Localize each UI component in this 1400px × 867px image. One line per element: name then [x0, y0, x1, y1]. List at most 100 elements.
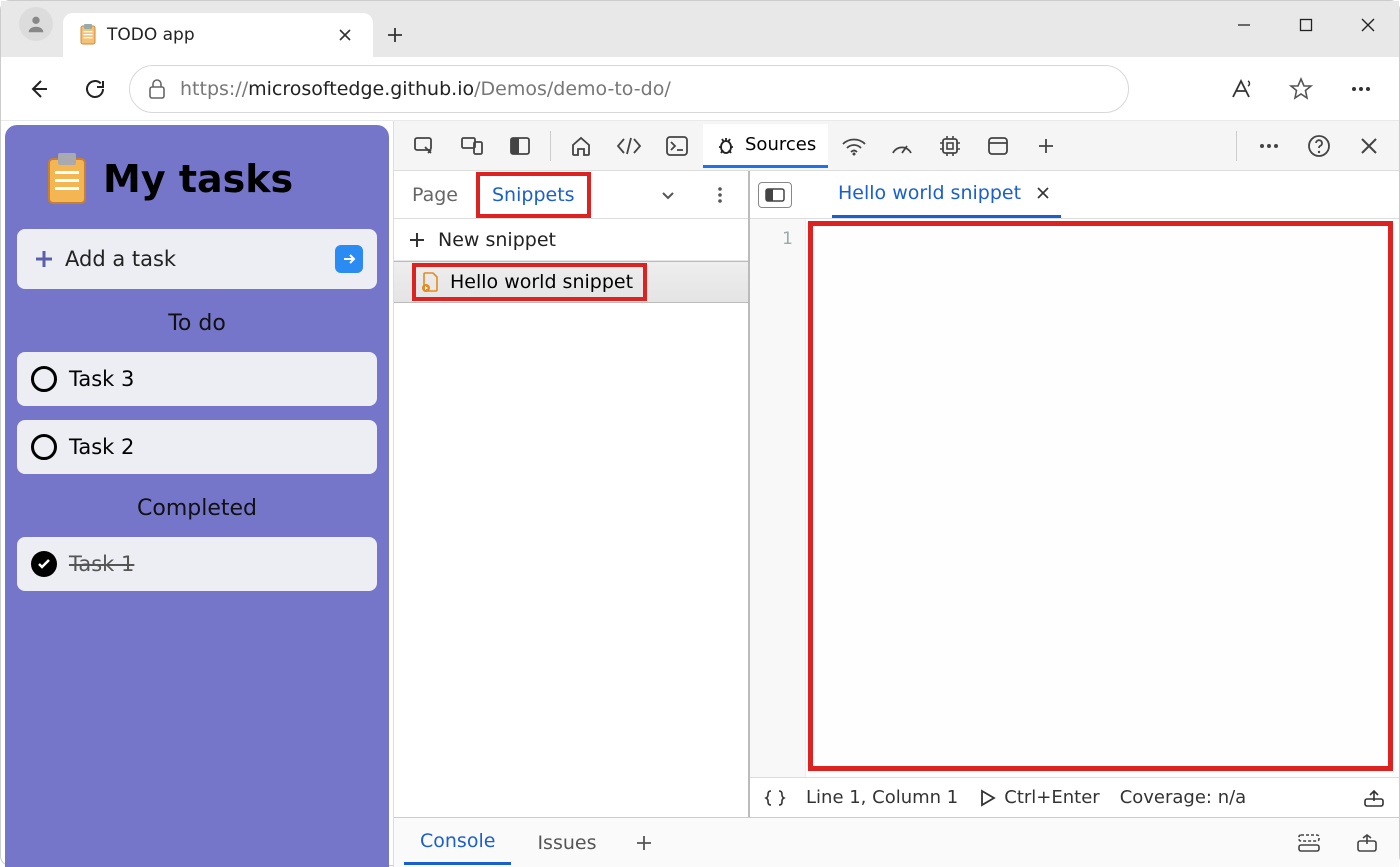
settings-menu-button[interactable] — [1339, 67, 1383, 111]
editor-gutter: 1 — [750, 219, 806, 777]
annotation-highlight — [808, 221, 1393, 771]
drawer-expand-button[interactable] — [1345, 821, 1389, 865]
snippet-item[interactable]: Hello world snippet — [394, 261, 748, 303]
read-aloud-icon — [1229, 77, 1253, 101]
arrow-right-icon — [341, 251, 357, 267]
checked-icon[interactable] — [31, 551, 57, 577]
refresh-icon — [83, 77, 107, 101]
window-close-button[interactable] — [1337, 1, 1399, 49]
more-tabs-button[interactable] — [1024, 124, 1068, 168]
chip-icon — [938, 134, 962, 158]
tab-welcome[interactable] — [559, 124, 603, 168]
browser-tab[interactable]: TODO app — [63, 13, 373, 57]
editor-tab-label: Hello world snippet — [838, 182, 1021, 204]
gauge-icon — [890, 135, 914, 157]
tab-console[interactable] — [655, 124, 699, 168]
task-label: Task 3 — [69, 367, 134, 391]
task-item[interactable]: Task 2 — [17, 420, 377, 474]
task-item[interactable]: Task 1 — [17, 537, 377, 591]
play-icon — [978, 789, 996, 807]
address-bar[interactable]: https://microsoftedge.github.io/Demos/de… — [129, 65, 1129, 113]
navigator-more-tabs[interactable] — [646, 173, 690, 217]
issues-button[interactable] — [1287, 821, 1331, 865]
task-item[interactable]: Task 3 — [17, 352, 377, 406]
todo-section-label: To do — [17, 303, 377, 338]
tab-application[interactable] — [976, 124, 1020, 168]
url-text: https://microsoftedge.github.io/Demos/de… — [180, 78, 671, 100]
inspect-icon — [412, 134, 436, 158]
favorite-button[interactable] — [1279, 67, 1323, 111]
window-controls — [1213, 1, 1399, 49]
close-icon — [1360, 137, 1378, 155]
navigator-menu[interactable] — [698, 173, 742, 217]
minimize-button[interactable] — [1213, 1, 1275, 49]
submit-task-button[interactable] — [335, 245, 363, 273]
navigator-tab-snippets[interactable]: Snippets — [476, 172, 591, 218]
sources-navigator: Page Snippets New snippet Hello world sn… — [394, 171, 750, 817]
tab-sources[interactable]: Sources — [703, 124, 828, 168]
refresh-button[interactable] — [73, 67, 117, 111]
tab-close-button[interactable] — [331, 21, 359, 49]
unchecked-icon[interactable] — [31, 366, 57, 392]
devtools-toolbar: Sources — [394, 121, 1399, 171]
new-snippet-label: New snippet — [438, 229, 556, 251]
navigator-tab-page[interactable]: Page — [400, 176, 470, 214]
run-snippet-button[interactable]: Ctrl+Enter — [978, 787, 1099, 808]
inspect-button[interactable] — [402, 124, 446, 168]
task-label: Task 1 — [69, 552, 134, 576]
devtools-drawer: Console Issues — [394, 817, 1399, 867]
task-label: Task 2 — [69, 435, 134, 459]
tab-performance[interactable] — [880, 124, 924, 168]
clipboard-icon — [79, 24, 97, 46]
maximize-button[interactable] — [1275, 1, 1337, 49]
plus-icon — [635, 834, 653, 852]
tab-network[interactable] — [832, 124, 876, 168]
cursor-position: Line 1, Column 1 — [806, 787, 958, 808]
device-emulation-button[interactable] — [450, 124, 494, 168]
tab-memory[interactable] — [928, 124, 972, 168]
back-button[interactable] — [17, 67, 61, 111]
tab-elements[interactable] — [607, 124, 651, 168]
editor-statusbar: Line 1, Column 1 Ctrl+Enter Coverage: n/… — [750, 777, 1399, 817]
plus-icon — [408, 231, 426, 249]
editor-tab[interactable]: Hello world snippet — [832, 171, 1061, 218]
devtools-help-button[interactable] — [1297, 124, 1341, 168]
todo-app: My tasks Add a task To do Task 3 Task 2 … — [5, 125, 389, 867]
plus-icon — [386, 26, 404, 44]
code-editor[interactable]: 1 — [750, 219, 1399, 777]
drawer-tab-issues[interactable]: Issues — [521, 822, 612, 864]
new-snippet-button[interactable]: New snippet — [394, 219, 748, 261]
browser-toolbar: https://microsoftedge.github.io/Demos/de… — [1, 57, 1399, 121]
new-tab-button[interactable] — [373, 13, 417, 57]
add-task-input[interactable]: Add a task — [17, 229, 377, 289]
issues-icon — [1297, 833, 1321, 853]
plus-icon — [1037, 137, 1055, 155]
dock-button[interactable] — [498, 124, 542, 168]
close-icon — [338, 28, 352, 42]
editor-tab-close[interactable] — [1031, 181, 1055, 205]
app-title: My tasks — [103, 157, 293, 201]
bug-icon — [715, 134, 737, 156]
upload-button[interactable] — [1363, 789, 1385, 807]
drawer-add-tab[interactable] — [622, 821, 666, 865]
home-icon — [569, 134, 593, 158]
braces-icon — [764, 789, 786, 807]
kebab-icon — [711, 186, 729, 204]
profile-avatar[interactable] — [19, 7, 53, 41]
ellipsis-icon — [1258, 135, 1280, 157]
app-icon — [986, 135, 1010, 157]
ellipsis-icon — [1349, 77, 1373, 101]
devtools-close-button[interactable] — [1347, 124, 1391, 168]
arrow-left-icon — [27, 77, 51, 101]
dock-icon — [508, 134, 532, 158]
drawer-tab-console[interactable]: Console — [404, 820, 511, 865]
snippet-file-icon — [420, 271, 440, 293]
clipboard-icon — [45, 153, 89, 205]
devtools-more-button[interactable] — [1247, 124, 1291, 168]
chevron-down-icon — [659, 186, 677, 204]
star-icon — [1289, 77, 1313, 101]
unchecked-icon[interactable] — [31, 434, 57, 460]
pretty-print-button[interactable] — [764, 789, 786, 807]
read-aloud-button[interactable] — [1219, 67, 1263, 111]
toggle-navigator-button[interactable] — [758, 182, 792, 208]
